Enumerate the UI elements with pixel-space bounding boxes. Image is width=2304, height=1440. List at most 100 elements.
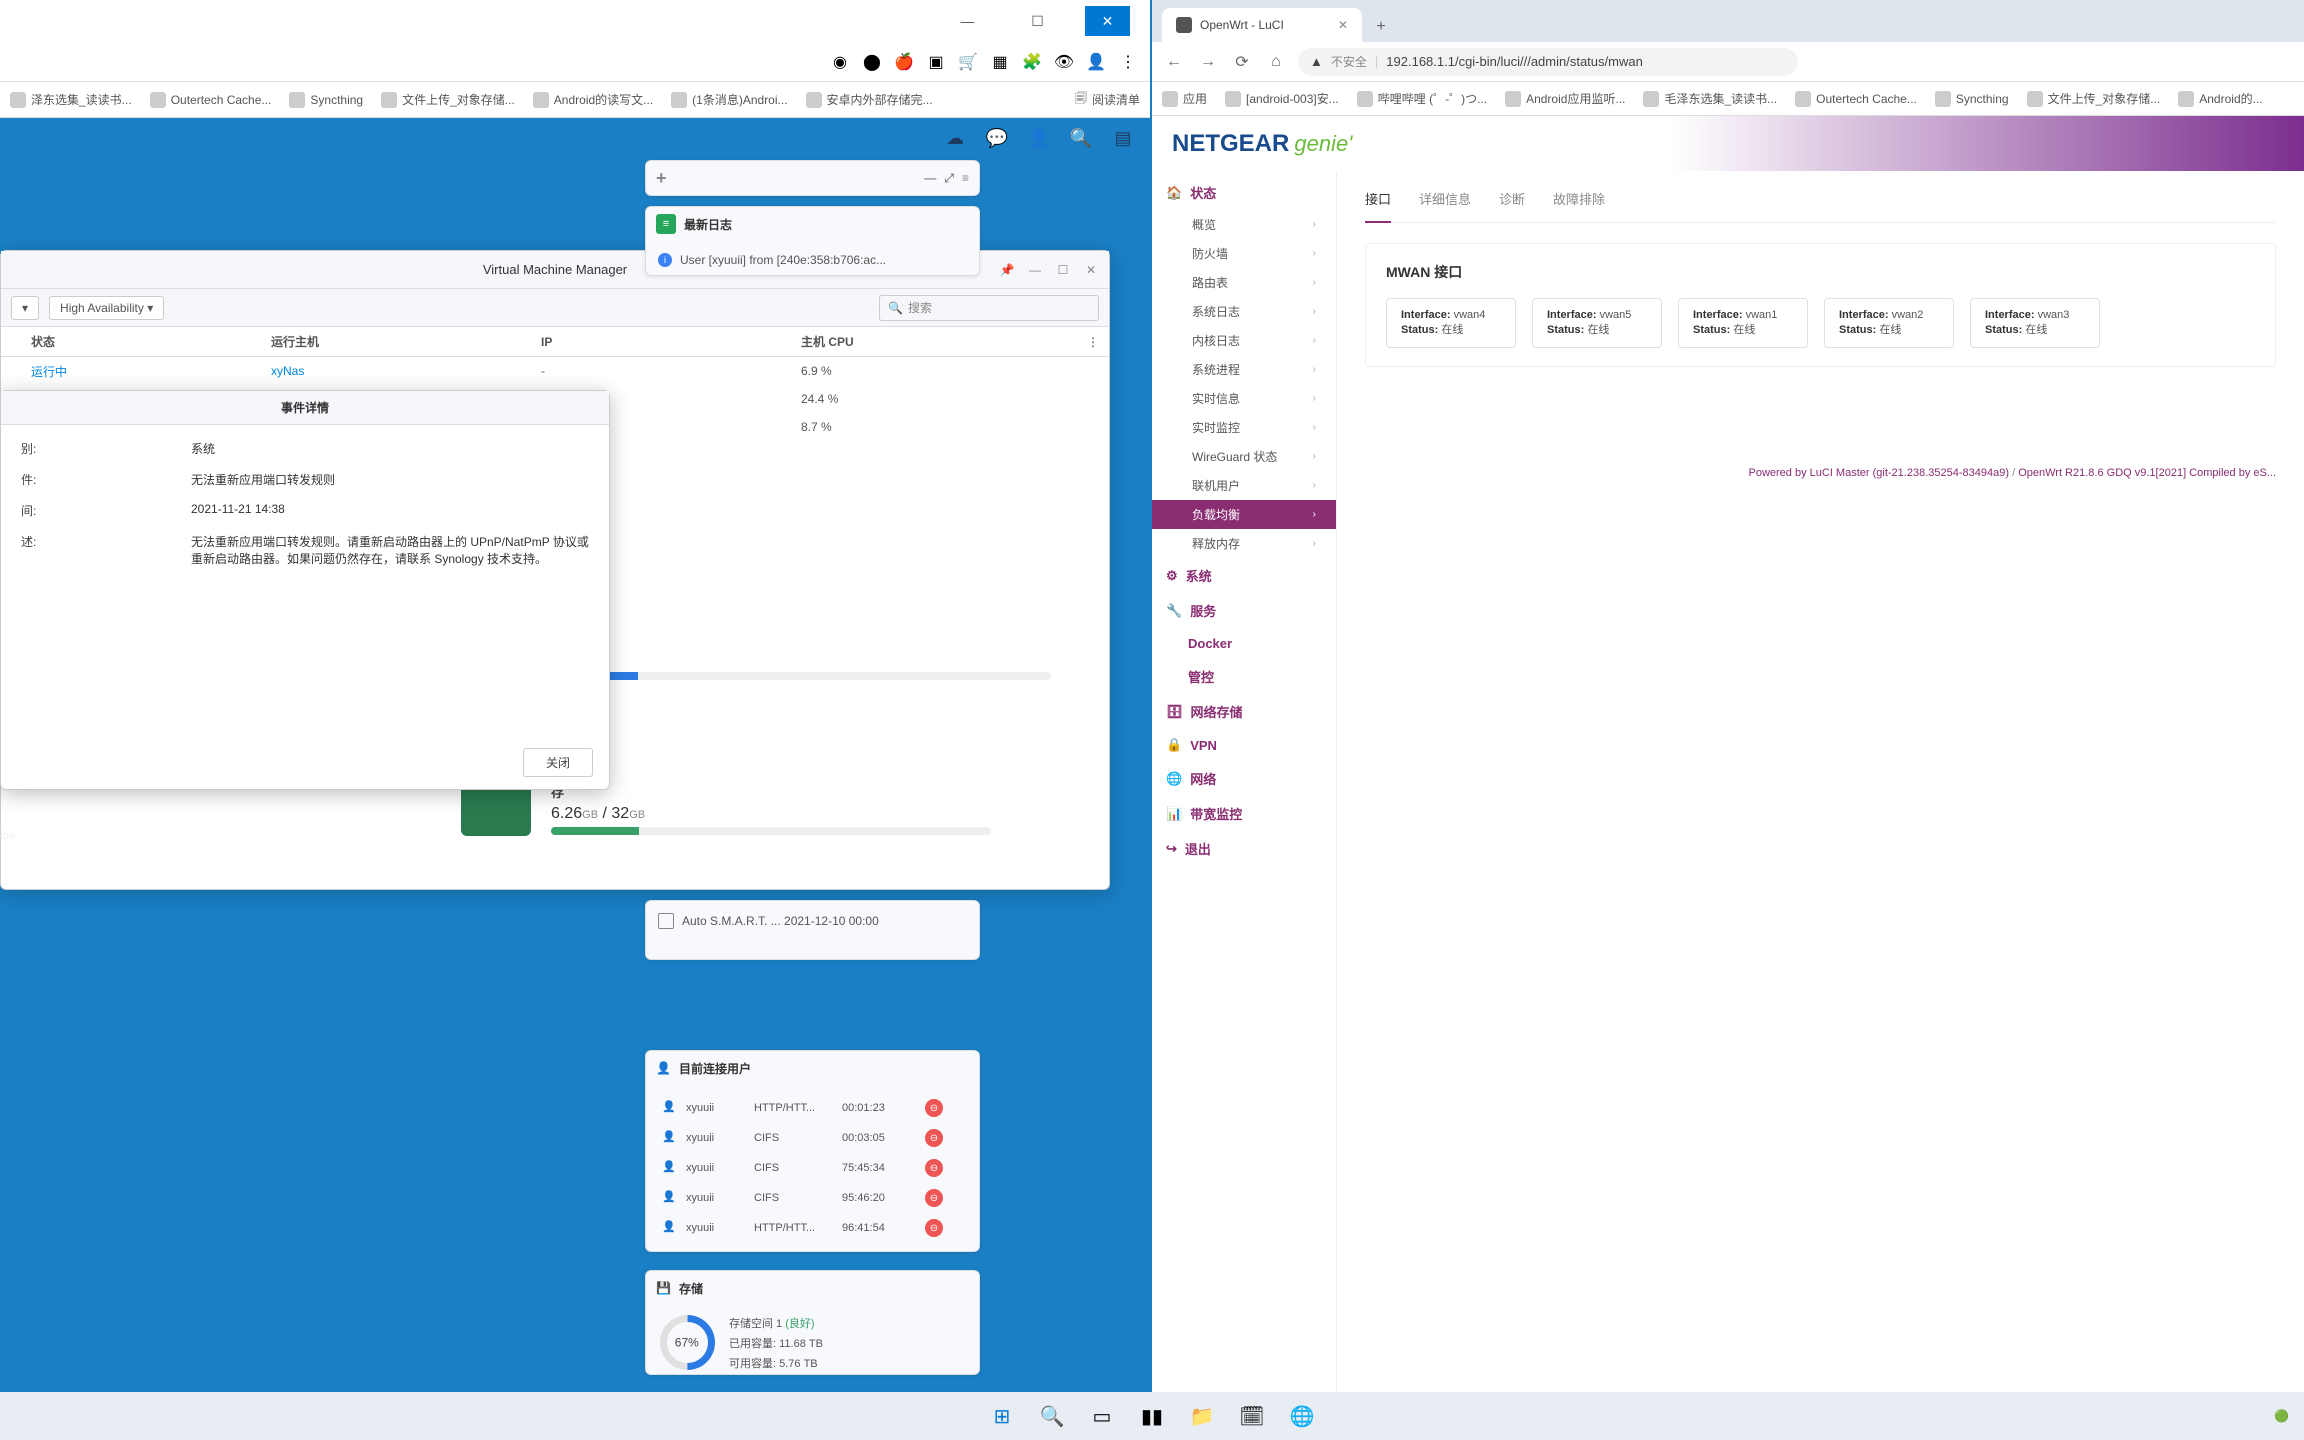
home-button[interactable]: ⌂: [1264, 50, 1288, 74]
tab-interface[interactable]: 接口: [1365, 189, 1391, 223]
bookmark-item[interactable]: 哔哩哔哩 (゜-゜)つ...: [1357, 90, 1487, 107]
dropdown-button[interactable]: ▾: [11, 296, 39, 320]
sidebar-section-status[interactable]: 🏠 状态: [1152, 175, 1336, 210]
widgets-icon[interactable]: ▤: [1111, 126, 1135, 150]
search-icon[interactable]: 🔍: [1069, 126, 1093, 150]
ext-icon-1[interactable]: ◉: [828, 50, 852, 74]
minimize-icon[interactable]: —: [1025, 260, 1045, 280]
browser-tab[interactable]: OpenWrt - LuCI ✕: [1162, 8, 1362, 42]
sidebar-item[interactable]: 概览›: [1152, 210, 1336, 239]
footer-openwrt-link[interactable]: OpenWrt R21.8.6 GDQ v9.1[2021] Compiled …: [2018, 467, 2276, 479]
bookmark-item[interactable]: 泽东选集_读读书...: [10, 91, 132, 108]
bookmark-item[interactable]: Syncthing: [1935, 91, 2009, 107]
disconnect-button[interactable]: ⊖: [925, 1129, 943, 1147]
ext-icon-4[interactable]: ▣: [924, 50, 948, 74]
avatar-icon[interactable]: 👤: [1084, 50, 1108, 74]
bookmark-item[interactable]: 毛泽东选集_读读书...: [1643, 90, 1777, 107]
disconnect-button[interactable]: ⊖: [925, 1099, 943, 1117]
ext-icon-3[interactable]: 🍎: [892, 50, 916, 74]
ext-icon-5[interactable]: 🛒: [956, 50, 980, 74]
sidebar-section-bandwidth[interactable]: 📊 带宽监控: [1152, 796, 1336, 831]
checkbox-icon[interactable]: [658, 913, 674, 929]
add-widget-button[interactable]: +: [656, 168, 667, 189]
close-icon[interactable]: ✕: [1081, 260, 1101, 280]
sidebar-item[interactable]: 实时监控›: [1152, 413, 1336, 442]
bookmark-item[interactable]: 文件上传_对象存储...: [2027, 90, 2161, 107]
user-row[interactable]: 👤 xyuuii HTTP/HTT... 00:01:23 ⊖: [658, 1093, 967, 1123]
store-button[interactable]: 🗓: [1232, 1396, 1272, 1436]
sidebar-section-control[interactable]: 管控: [1152, 659, 1336, 694]
user-row[interactable]: 👤 xyuuii CIFS 00:03:05 ⊖: [658, 1123, 967, 1153]
expand-icon[interactable]: ⤢: [944, 171, 954, 186]
smart-entry[interactable]: Auto S.M.A.R.T. ... 2021-12-10 00:00: [658, 909, 967, 933]
forward-button[interactable]: →: [1196, 50, 1220, 74]
sidebar-section-nas[interactable]: 🗄 网络存储: [1152, 694, 1336, 729]
disconnect-button[interactable]: ⊖: [925, 1159, 943, 1177]
sidebar-item[interactable]: 实时信息›: [1152, 384, 1336, 413]
col-status[interactable]: 状态: [1, 333, 271, 350]
new-tab-button[interactable]: +: [1366, 12, 1396, 42]
maximize-button[interactable]: ☐: [1015, 6, 1060, 36]
url-input[interactable]: ▲ 不安全 | 192.168.1.1/cgi-bin/luci///admin…: [1298, 48, 1798, 76]
sidebar-item[interactable]: 路由表›: [1152, 268, 1336, 297]
bookmark-item[interactable]: Android的读写文...: [533, 91, 653, 108]
tab-detail[interactable]: 详细信息: [1419, 189, 1471, 214]
pin-icon[interactable]: 📌: [997, 260, 1017, 280]
log-entry[interactable]: i User [xyuuii] from [240e:358:b706:ac..…: [658, 249, 967, 271]
sidebar-section-services[interactable]: 🔧 服务: [1152, 593, 1336, 628]
reading-list-button[interactable]: 🗐阅读清单: [1075, 89, 1140, 110]
footer-luci-link[interactable]: Powered by LuCI Master (git-21.238.35254…: [1749, 467, 2010, 479]
event-close-button[interactable]: 关闭: [523, 748, 593, 777]
sidebar-item[interactable]: 释放内存›: [1152, 529, 1336, 558]
event-title[interactable]: 事件详情: [1, 391, 609, 425]
ext-icon-2[interactable]: ⬤: [860, 50, 884, 74]
minimize-icon[interactable]: —: [924, 171, 936, 185]
bookmark-item[interactable]: Syncthing: [289, 92, 363, 108]
start-button[interactable]: ⊞: [982, 1396, 1022, 1436]
close-button[interactable]: ✕: [1085, 6, 1130, 36]
widgets-button[interactable]: ▮▮: [1132, 1396, 1172, 1436]
bookmark-item[interactable]: Outertech Cache...: [150, 92, 272, 108]
sidebar-item[interactable]: 内核日志›: [1152, 326, 1336, 355]
sidebar-section-network[interactable]: 🌐 网络: [1152, 761, 1336, 796]
sidebar-section-system[interactable]: ⚙ 系统: [1152, 558, 1336, 593]
ha-button[interactable]: High Availability ▾: [49, 296, 164, 320]
bookmark-item[interactable]: 应用: [1162, 90, 1207, 107]
tab-diagnose[interactable]: 诊断: [1499, 189, 1525, 214]
tab-close-icon[interactable]: ✕: [1338, 18, 1348, 32]
bookmark-item[interactable]: Outertech Cache...: [1795, 91, 1917, 107]
disconnect-button[interactable]: ⊖: [925, 1219, 943, 1237]
maximize-icon[interactable]: ☐: [1053, 260, 1073, 280]
reload-button[interactable]: ⟳: [1230, 50, 1254, 74]
back-button[interactable]: ←: [1162, 50, 1186, 74]
sidebar-item[interactable]: 系统日志›: [1152, 297, 1336, 326]
chrome-button[interactable]: 🌐: [1282, 1396, 1322, 1436]
bookmark-item[interactable]: 安卓内外部存储完...: [806, 91, 933, 108]
tab-troubleshoot[interactable]: 故障排除: [1553, 189, 1605, 214]
sidebar-item[interactable]: 防火墙›: [1152, 239, 1336, 268]
bookmark-item[interactable]: [android-003]安...: [1225, 90, 1339, 107]
chat-icon[interactable]: 💬: [985, 126, 1009, 150]
ext-icon-8[interactable]: 👁: [1052, 50, 1076, 74]
system-tray[interactable]: 🟢: [2274, 1409, 2289, 1423]
sidebar-section-vpn[interactable]: 🔒 VPN: [1152, 729, 1336, 761]
sidebar-section-logout[interactable]: ↪ 退出: [1152, 831, 1336, 866]
tray-icon[interactable]: 🟢: [2274, 1409, 2289, 1423]
ext-icon-7[interactable]: 🧩: [1020, 50, 1044, 74]
bookmark-item[interactable]: 文件上传_对象存储...: [381, 91, 515, 108]
cloud-icon[interactable]: ☁: [943, 126, 967, 150]
bookmark-item[interactable]: Android的...: [2178, 90, 2262, 107]
sidebar-section-docker[interactable]: Docker: [1152, 628, 1336, 659]
sidebar-item[interactable]: 系统进程›: [1152, 355, 1336, 384]
sidebar-item[interactable]: WireGuard 状态›: [1152, 442, 1336, 471]
task-view-button[interactable]: ▭: [1082, 1396, 1122, 1436]
user-row[interactable]: 👤 xyuuii CIFS 95:46:20 ⊖: [658, 1183, 967, 1213]
disconnect-button[interactable]: ⊖: [925, 1189, 943, 1207]
bookmark-item[interactable]: Android应用监听...: [1505, 90, 1625, 107]
bookmark-item[interactable]: (1条消息)Androi...: [671, 91, 787, 108]
minimize-button[interactable]: —: [945, 6, 990, 36]
col-host[interactable]: 运行主机: [271, 333, 541, 350]
explorer-button[interactable]: 📁: [1182, 1396, 1222, 1436]
user-row[interactable]: 👤 xyuuii CIFS 75:45:34 ⊖: [658, 1153, 967, 1183]
user-row[interactable]: 👤 xyuuii HTTP/HTT... 96:41:54 ⊖: [658, 1213, 967, 1243]
